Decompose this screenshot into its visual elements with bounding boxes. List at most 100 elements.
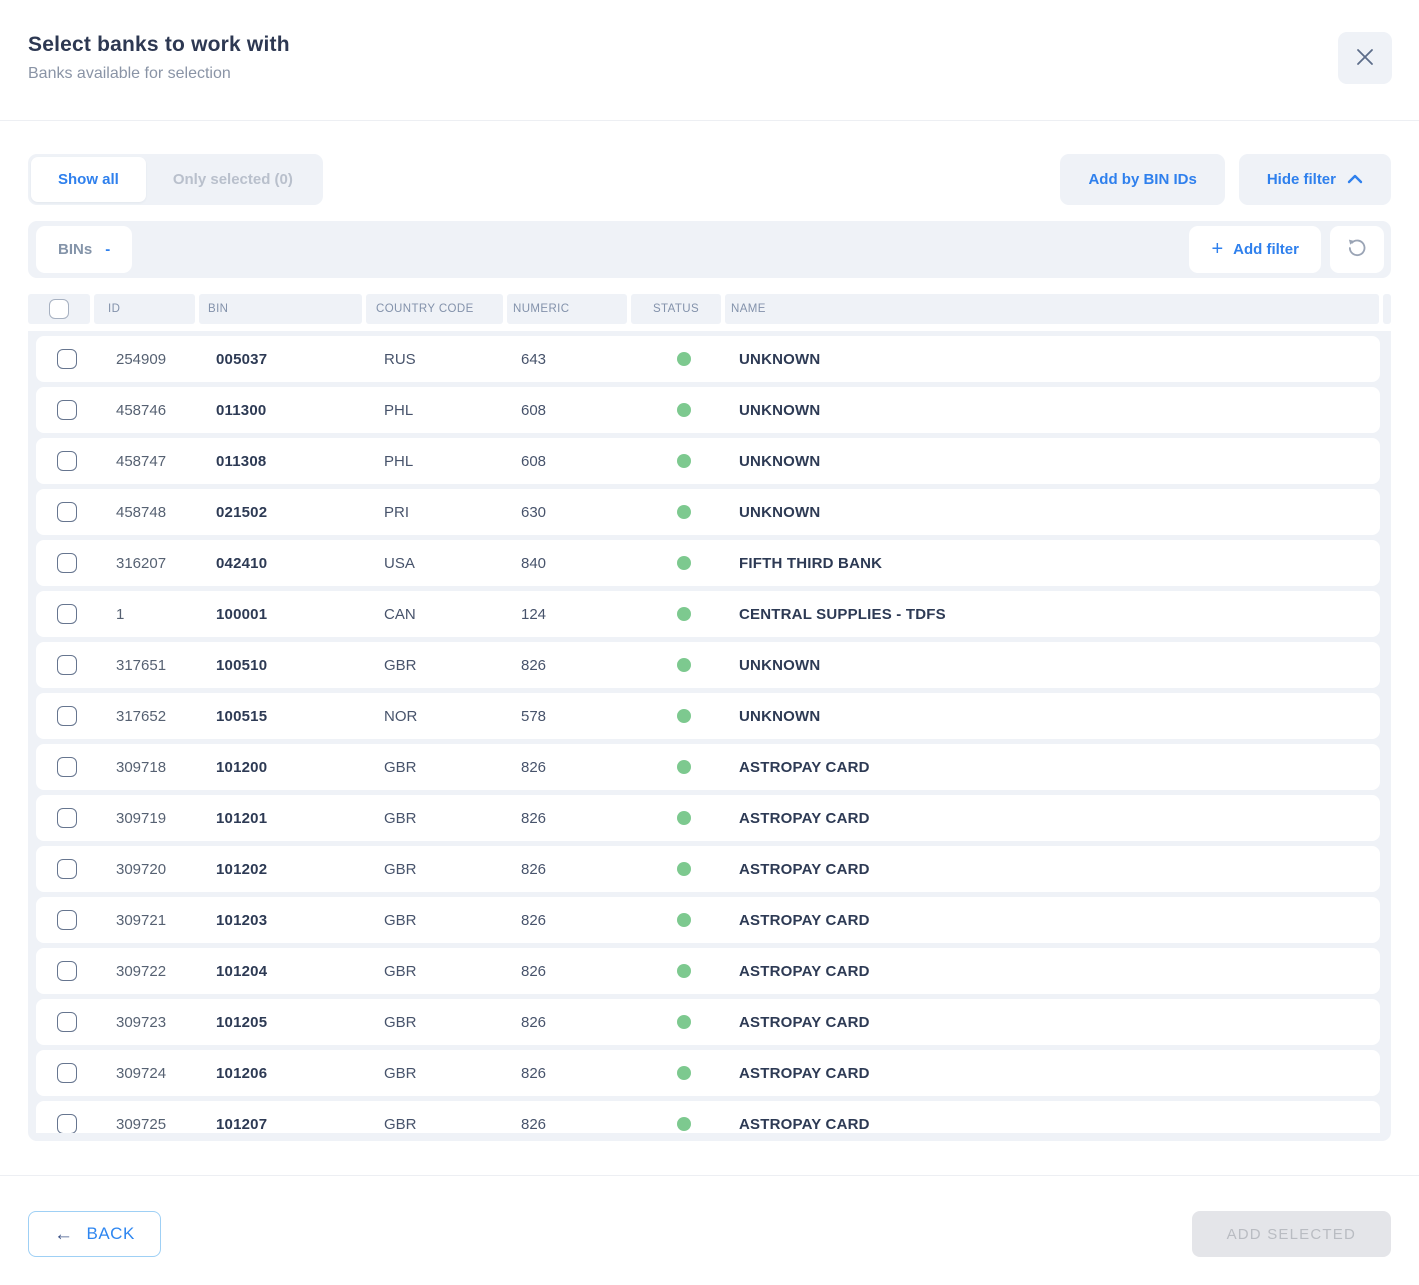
select-all-checkbox[interactable] [49,299,69,319]
cell-id: 309722 [102,963,203,980]
cell-country-code: GBR [374,963,511,980]
table-row[interactable]: 458747 011308 PHL 608 UNKNOWN [36,438,1380,484]
row-checkbox[interactable] [57,706,77,726]
tab-show-all[interactable]: Show all [31,157,146,202]
row-checkbox[interactable] [57,655,77,675]
column-header-status[interactable]: STATUS [631,294,721,324]
cell-numeric: 826 [515,912,635,929]
cell-status [639,505,729,519]
table-row[interactable]: 309723 101205 GBR 826 ASTROPAY CARD [36,999,1380,1045]
hide-filter-label: Hide filter [1267,171,1336,188]
column-header-country-code[interactable]: COUNTRY CODE [366,294,503,324]
row-checkbox[interactable] [57,859,77,879]
table-row[interactable]: 458748 021502 PRI 630 UNKNOWN [36,489,1380,535]
table-row[interactable]: 309721 101203 GBR 826 ASTROPAY CARD [36,897,1380,943]
bins-filter-chip[interactable]: BINs - [36,226,132,273]
row-checkbox[interactable] [57,502,77,522]
cell-bin: 101207 [207,1116,370,1133]
table-body-panel: 254909 005037 RUS 643 UNKNOWN 458746 011… [28,331,1391,1141]
cell-id: 458746 [102,402,203,419]
cell-numeric: 826 [515,963,635,980]
status-dot [677,505,691,519]
table-row[interactable]: 309722 101204 GBR 826 ASTROPAY CARD [36,948,1380,994]
table-header-row: ID BIN COUNTRY CODE NUMERIC STATUS NAME [28,294,1391,324]
close-button[interactable] [1338,32,1392,84]
cell-country-code: PHL [374,453,511,470]
chevron-up-icon [1347,171,1363,188]
back-label: BACK [87,1224,135,1244]
row-checkbox[interactable] [57,808,77,828]
table-row[interactable]: 1 100001 CAN 124 CENTRAL SUPPLIES - TDFS [36,591,1380,637]
row-checkbox-cell [36,502,98,522]
row-checkbox[interactable] [57,910,77,930]
table-scroll-viewport[interactable]: 254909 005037 RUS 643 UNKNOWN 458746 011… [36,336,1380,1133]
status-dot [677,1117,691,1131]
add-by-bin-ids-button[interactable]: Add by BIN IDs [1060,154,1224,205]
cell-bin: 101201 [207,810,370,827]
table-row[interactable]: 316207 042410 USA 840 FIFTH THIRD BANK [36,540,1380,586]
column-header-bin[interactable]: BIN [199,294,362,324]
column-header-name[interactable]: NAME [725,294,1379,324]
status-dot [677,556,691,570]
cell-name: ASTROPAY CARD [733,759,1380,776]
hide-filter-button[interactable]: Hide filter [1239,154,1391,205]
page-subtitle: Banks available for selection [28,65,1391,83]
cell-name: FIFTH THIRD BANK [733,555,1380,572]
table-row[interactable]: 309719 101201 GBR 826 ASTROPAY CARD [36,795,1380,841]
table-row[interactable]: 317652 100515 NOR 578 UNKNOWN [36,693,1380,739]
tab-only-selected[interactable]: Only selected (0) [146,157,320,202]
row-checkbox[interactable] [57,1012,77,1032]
cell-numeric: 826 [515,810,635,827]
row-checkbox[interactable] [57,1063,77,1083]
cell-id: 1 [102,606,203,623]
table-row[interactable]: 317651 100510 GBR 826 UNKNOWN [36,642,1380,688]
table-row[interactable]: 309718 101200 GBR 826 ASTROPAY CARD [36,744,1380,790]
cell-name: UNKNOWN [733,402,1380,419]
cell-status [639,811,729,825]
row-checkbox[interactable] [57,400,77,420]
table-row[interactable]: 458746 011300 PHL 608 UNKNOWN [36,387,1380,433]
row-checkbox[interactable] [57,553,77,573]
add-selected-button[interactable]: ADD SELECTED [1192,1211,1391,1257]
row-checkbox-cell [36,910,98,930]
cell-id: 458748 [102,504,203,521]
cell-bin: 005037 [207,351,370,368]
cell-country-code: GBR [374,1014,511,1031]
back-button[interactable]: ← BACK [28,1211,161,1257]
row-checkbox[interactable] [57,349,77,369]
table-row[interactable]: 254909 005037 RUS 643 UNKNOWN [36,336,1380,382]
status-dot [677,1015,691,1029]
cell-country-code: GBR [374,657,511,674]
row-checkbox[interactable] [57,757,77,777]
table-row[interactable]: 309724 101206 GBR 826 ASTROPAY CARD [36,1050,1380,1096]
column-header-id[interactable]: ID [94,294,195,324]
bins-chip-label: BINs [58,241,92,258]
status-dot [677,760,691,774]
cell-status [639,1117,729,1131]
status-dot [677,709,691,723]
cell-numeric: 840 [515,555,635,572]
cell-status [639,352,729,366]
row-checkbox[interactable] [57,961,77,981]
row-checkbox-cell [36,604,98,624]
row-checkbox[interactable] [57,451,77,471]
cell-status [639,658,729,672]
add-filter-button[interactable]: + Add filter [1189,226,1321,273]
reset-filters-button[interactable] [1330,226,1384,273]
footer-divider [0,1175,1419,1176]
row-checkbox-cell [36,349,98,369]
banks-table: ID BIN COUNTRY CODE NUMERIC STATUS NAME … [28,294,1391,1141]
cell-id: 254909 [102,351,203,368]
row-checkbox[interactable] [57,604,77,624]
status-dot [677,862,691,876]
cell-bin: 100515 [207,708,370,725]
row-checkbox-cell [36,1114,98,1133]
row-checkbox-cell [36,706,98,726]
cell-bin: 100001 [207,606,370,623]
table-row[interactable]: 309725 101207 GBR 826 ASTROPAY CARD [36,1101,1380,1133]
cell-bin: 011300 [207,402,370,419]
column-header-numeric[interactable]: NUMERIC [507,294,627,324]
row-checkbox[interactable] [57,1114,77,1133]
table-row[interactable]: 309720 101202 GBR 826 ASTROPAY CARD [36,846,1380,892]
cell-numeric: 578 [515,708,635,725]
